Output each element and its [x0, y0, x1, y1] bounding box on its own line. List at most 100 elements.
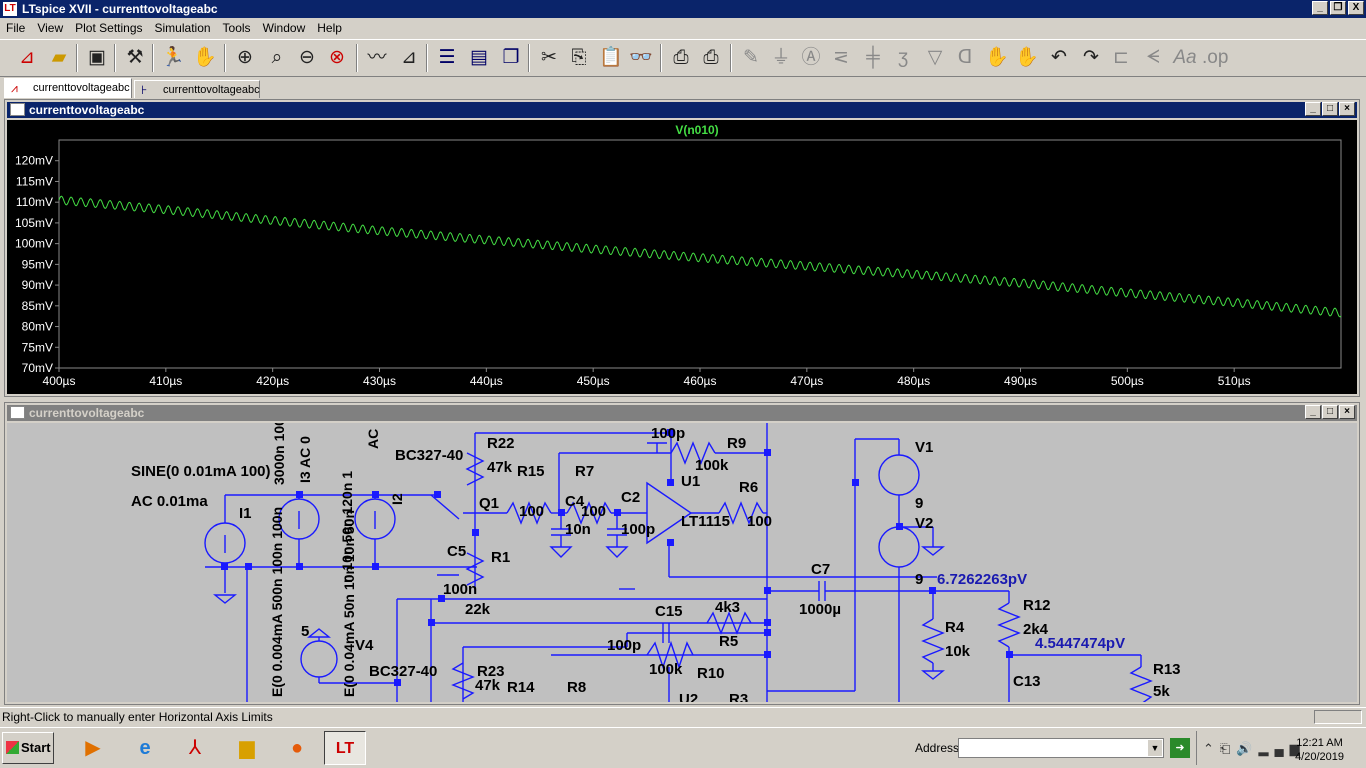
component-label[interactable]: 100: [581, 503, 606, 520]
source-spec-label[interactable]: I3 AC 0: [297, 436, 313, 483]
component-label[interactable]: R22: [487, 435, 515, 452]
component-label[interactable]: R5: [719, 633, 738, 650]
resistor-icon[interactable]: ⋜: [828, 45, 854, 71]
clock[interactable]: 12:21 AM 4/20/2019: [1295, 736, 1344, 764]
component-label[interactable]: R12: [1023, 597, 1051, 614]
move-icon[interactable]: ✋: [984, 45, 1010, 71]
rotate-icon[interactable]: ⊏: [1108, 45, 1134, 71]
menu-view[interactable]: View: [31, 21, 69, 35]
component-label[interactable]: R15: [517, 463, 545, 480]
component-icon[interactable]: ᗡ: [952, 45, 978, 71]
component-label[interactable]: U1: [681, 473, 700, 490]
component-label[interactable]: BC327-40: [369, 663, 437, 680]
find-icon[interactable]: 👓: [628, 45, 654, 71]
schematic-close-button[interactable]: ×: [1339, 405, 1355, 419]
menu-tools[interactable]: Tools: [217, 21, 257, 35]
plot-pane[interactable]: V(n010) 70mV 75mV 80mV 85mV 90mV 95mV 100mV 105…: [7, 120, 1357, 394]
resize-grip[interactable]: [1314, 710, 1362, 724]
source-spec-label[interactable]: AC: [365, 429, 381, 449]
component-label[interactable]: R7: [575, 463, 594, 480]
source-spec-label[interactable]: I2: [389, 493, 405, 505]
component-label[interactable]: R1: [491, 549, 510, 566]
drag-icon[interactable]: ✋: [1014, 45, 1040, 71]
restore-button[interactable]: ❐: [1330, 1, 1346, 15]
autorange-icon[interactable]: 〰: [364, 45, 390, 71]
marker-icon[interactable]: ⊿: [396, 45, 422, 71]
component-label[interactable]: 22k: [465, 601, 490, 618]
trace-label[interactable]: V(n010): [675, 123, 718, 137]
text-icon[interactable]: Aa: [1172, 45, 1198, 71]
component-label[interactable]: R6: [739, 479, 758, 496]
source-spec-label[interactable]: E(0 0.004mA 500n 100n 100n: [269, 507, 285, 697]
copy-icon[interactable]: ⎘: [566, 45, 592, 71]
tile-vertical-icon[interactable]: ▤: [466, 45, 492, 71]
open-icon[interactable]: ▰: [46, 45, 72, 71]
internet-explorer-icon[interactable]: e: [124, 731, 166, 765]
trace-v-n010[interactable]: [58, 195, 1342, 318]
wire-icon[interactable]: ✎: [738, 45, 764, 71]
component-label[interactable]: C2: [621, 489, 640, 506]
component-label[interactable]: BC327-40: [395, 447, 463, 464]
component-label[interactable]: V1: [915, 439, 933, 456]
cascade-icon[interactable]: ❐: [498, 45, 524, 71]
component-label[interactable]: R4: [945, 619, 964, 636]
waveform-chart[interactable]: V(n010) 70mV 75mV 80mV 85mV 90mV 95mV 100mV 105…: [7, 120, 1357, 394]
component-label[interactable]: R13: [1153, 661, 1181, 678]
print-icon[interactable]: ⎙: [668, 45, 694, 71]
plot-maximize-button[interactable]: □: [1322, 102, 1338, 116]
run-icon[interactable]: 🏃: [160, 45, 186, 71]
component-label[interactable]: 10n: [565, 521, 591, 538]
spice-directive-icon[interactable]: .op: [1202, 45, 1228, 71]
diode-icon[interactable]: ▽: [922, 45, 948, 71]
cut-icon[interactable]: ✂: [536, 45, 562, 71]
component-label[interactable]: C15: [655, 603, 683, 620]
component-label[interactable]: 100p: [651, 425, 685, 442]
zoom-cancel-icon[interactable]: ⊗: [324, 45, 350, 71]
zoom-area-icon[interactable]: ⌕: [264, 45, 290, 71]
schematic-canvas[interactable]: SINE(0 0.01mA 100) AC 0.01ma I1 BC327-40 R22…: [7, 423, 1357, 702]
zoom-out-icon[interactable]: ⊖: [294, 45, 320, 71]
capacitor-icon[interactable]: ╪: [860, 45, 886, 71]
component-label[interactable]: C7: [811, 561, 830, 578]
component-label[interactable]: C4: [565, 493, 584, 510]
component-label[interactable]: R3: [729, 691, 748, 702]
source-spec-label[interactable]: E(0 0.04mA 50n 10n 10n 50n: [341, 510, 357, 697]
component-label[interactable]: 5k: [1153, 683, 1170, 700]
plot-minimize-button[interactable]: _: [1305, 102, 1321, 116]
menu-plot-settings[interactable]: Plot Settings: [69, 21, 148, 35]
menu-help[interactable]: Help: [311, 21, 348, 35]
source-spec-label[interactable]: 3000n 100n 100n 1: [271, 423, 287, 485]
component-label[interactable]: V4: [355, 637, 373, 654]
component-label[interactable]: AC 0.01ma: [131, 493, 208, 510]
close-button[interactable]: X: [1348, 1, 1364, 15]
address-go-button[interactable]: ➜: [1170, 738, 1190, 758]
print-setup-icon[interactable]: ⎙: [698, 45, 724, 71]
component-label[interactable]: U2: [679, 691, 698, 702]
component-label[interactable]: SINE(0 0.01mA 100): [131, 463, 271, 480]
tab-waveform[interactable]: ⩘ currenttovoltageabc: [4, 78, 132, 98]
inductor-icon[interactable]: ʒ: [890, 45, 916, 71]
media-player-icon[interactable]: ▶: [72, 731, 114, 765]
folder-icon[interactable]: ▆: [226, 731, 268, 765]
component-label[interactable]: R8: [567, 679, 586, 696]
menu-file[interactable]: File: [0, 21, 31, 35]
component-label[interactable]: 10k: [945, 643, 970, 660]
start-button[interactable]: Start: [2, 732, 54, 764]
minimize-button[interactable]: _: [1312, 1, 1328, 15]
component-label[interactable]: 100p: [621, 521, 655, 538]
undo-icon[interactable]: ↶: [1046, 45, 1072, 71]
address-input[interactable]: ▼: [958, 738, 1164, 758]
schematic-maximize-button[interactable]: □: [1322, 405, 1338, 419]
component-label[interactable]: C5: [447, 543, 466, 560]
component-label[interactable]: R10: [697, 665, 725, 682]
mirror-icon[interactable]: ᗕ: [1140, 45, 1166, 71]
component-label[interactable]: 6.7262263pV: [937, 571, 1027, 588]
plot-close-button[interactable]: ×: [1339, 102, 1355, 116]
component-label[interactable]: LT1115: [681, 513, 730, 530]
redo-icon[interactable]: ↷: [1078, 45, 1104, 71]
component-label[interactable]: Q1: [479, 495, 499, 512]
component-label[interactable]: 100n: [443, 581, 477, 598]
zoom-in-icon[interactable]: ⊕: [232, 45, 258, 71]
component-label[interactable]: 4k3: [715, 599, 740, 616]
component-label[interactable]: R9: [727, 435, 746, 452]
